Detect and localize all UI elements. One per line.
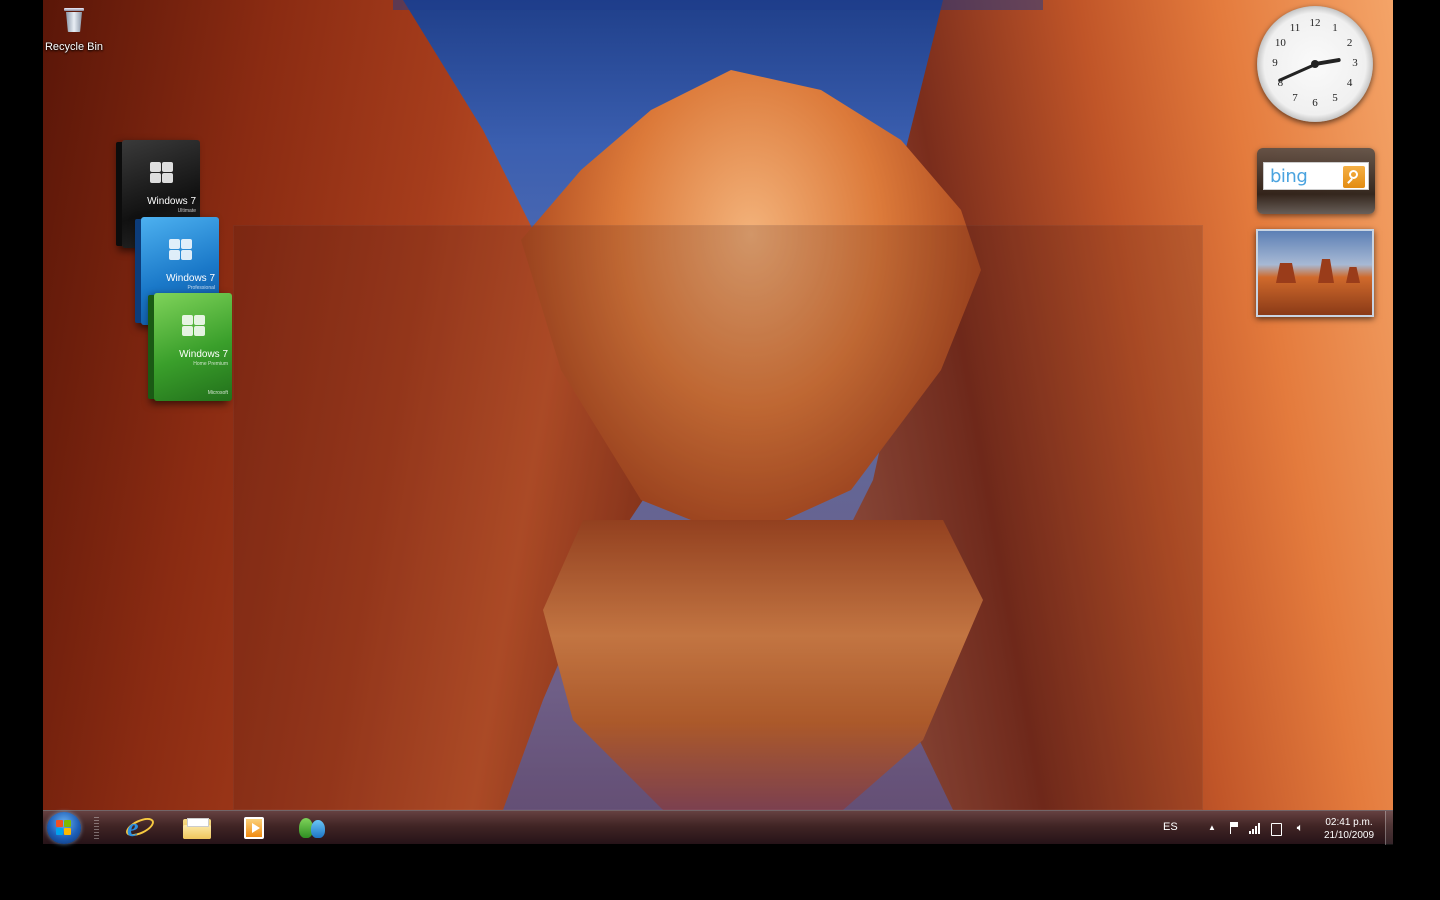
network-signal-icon[interactable] [1248, 821, 1262, 835]
wallpaper-glass-overlay [233, 225, 1203, 810]
taskbar: e ES ▲ 🔈︎ 02:41 p.m. 21/10/2009 [43, 810, 1393, 845]
box-publisher: Microsoft [207, 390, 228, 396]
clock-numeral: 9 [1272, 57, 1278, 69]
taskbar-clock[interactable]: 02:41 p.m. 21/10/2009 [1319, 816, 1379, 842]
taskbar-time: 02:41 p.m. [1325, 817, 1373, 828]
start-button[interactable] [47, 812, 81, 844]
taskbar-grip[interactable] [94, 817, 99, 839]
clock-numeral: 2 [1346, 37, 1353, 49]
box-title: Windows 7 [147, 196, 196, 207]
internet-explorer-icon: e [127, 813, 139, 842]
box-title: Windows 7 [166, 273, 215, 284]
clock-numeral: 5 [1332, 91, 1338, 104]
taskbar-date: 21/10/2009 [1323, 830, 1375, 841]
bing-search-button[interactable] [1343, 166, 1365, 188]
slideshow-picture-detail [1346, 267, 1360, 283]
slideshow-picture [1276, 263, 1296, 283]
messenger-icon [311, 820, 325, 838]
recycle-bin-icon [63, 6, 85, 32]
box-edition: Professional [187, 285, 215, 291]
power-icon[interactable] [1269, 821, 1283, 836]
clock-numeral: 3 [1352, 57, 1358, 69]
slideshow-picture-detail [1318, 259, 1334, 283]
desktop-icon-recycle-bin[interactable]: Recycle Bin [43, 6, 105, 53]
media-player-icon [244, 817, 264, 839]
show-desktop-button[interactable] [1385, 811, 1393, 845]
bing-logo: bing [1270, 166, 1308, 187]
taskbar-pin-internet-explorer[interactable]: e [115, 814, 163, 842]
taskbar-pin-messenger[interactable] [289, 814, 337, 842]
windows-flag-icon [182, 315, 206, 337]
windows7-home-premium-box: Windows 7 Home Premium Microsoft [148, 293, 232, 401]
wallpaper-glass-strip [393, 0, 1043, 10]
volume-icon[interactable]: 🔈︎ [1293, 821, 1307, 835]
clock-numeral: 10 [1274, 37, 1286, 49]
clock-numeral: 11 [1289, 22, 1301, 35]
clock-numeral: 7 [1292, 91, 1298, 104]
desktop-wallpaper[interactable] [43, 0, 1393, 810]
box-edition: Ultimate [177, 208, 196, 214]
clock-gadget[interactable]: 12 1 2 3 4 5 6 7 8 9 10 11 [1257, 6, 1373, 122]
bing-search-gadget[interactable]: bing [1257, 148, 1375, 214]
show-hidden-icons-chevron[interactable]: ▲ [1205, 821, 1219, 835]
box-title: Windows 7 [179, 349, 228, 360]
clock-numeral: 6 [1312, 97, 1318, 109]
bing-search-input[interactable]: bing [1263, 162, 1369, 190]
taskbar-pin-media-player[interactable] [230, 814, 278, 842]
action-center-flag-icon[interactable] [1227, 821, 1241, 835]
folder-icon [183, 818, 211, 839]
windows-flag-icon [150, 162, 174, 184]
windows-flag-icon [169, 239, 193, 261]
box-edition: Home Premium [193, 361, 228, 367]
clock-center-pin [1311, 60, 1319, 68]
language-indicator[interactable]: ES [1163, 821, 1178, 833]
system-tray: ES ▲ 🔈︎ 02:41 p.m. 21/10/2009 [1153, 811, 1393, 845]
recycle-bin-label: Recycle Bin [44, 41, 104, 53]
taskbar-pin-windows-explorer[interactable] [173, 814, 221, 842]
clock-numeral: 12 [1309, 17, 1321, 29]
clock-numeral: 1 [1332, 22, 1338, 35]
windows-start-icon [56, 820, 72, 835]
slideshow-gadget[interactable] [1256, 229, 1374, 317]
clock-numeral: 4 [1346, 77, 1353, 89]
